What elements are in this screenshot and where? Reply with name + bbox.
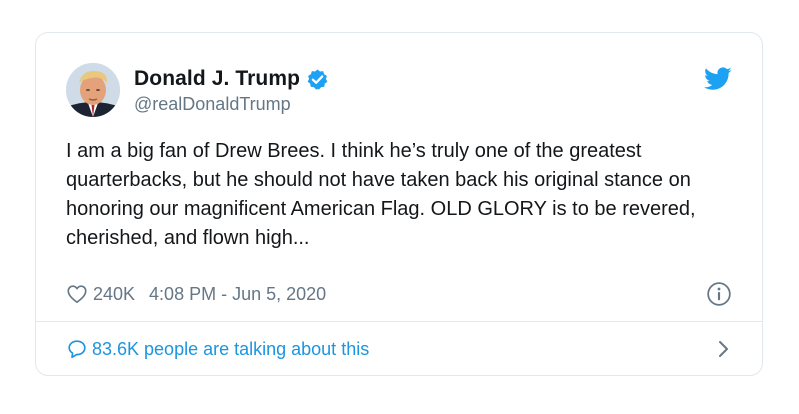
tweet-header: Donald J. Trump @realDonaldTrump	[66, 63, 732, 121]
tweet-meta: 240K 4:08 PM - Jun 5, 2020	[66, 281, 732, 307]
name-row: Donald J. Trump	[134, 65, 329, 93]
speech-bubble-icon	[66, 338, 88, 360]
author-handle[interactable]: @realDonaldTrump	[134, 94, 329, 115]
twitter-bird-icon[interactable]	[704, 67, 732, 91]
conversation-label[interactable]: 83.6K people are talking about this	[92, 339, 369, 360]
avatar-image	[66, 63, 120, 117]
heart-icon[interactable]	[66, 283, 88, 305]
author-identity[interactable]: Donald J. Trump @realDonaldTrump	[134, 65, 329, 115]
like-count[interactable]: 240K	[93, 284, 135, 305]
conversation-link[interactable]: 83.6K people are talking about this	[66, 333, 732, 365]
divider	[36, 321, 762, 322]
info-icon[interactable]	[706, 281, 732, 307]
display-name[interactable]: Donald J. Trump	[134, 67, 300, 91]
tweet-text: I am a big fan of Drew Brees. I think he…	[66, 140, 696, 249]
tweet-card[interactable]: Donald J. Trump @realDonaldTrump I am a …	[35, 32, 763, 376]
verified-badge-icon	[306, 68, 329, 91]
chevron-right-icon[interactable]	[714, 339, 732, 359]
tweet-timestamp[interactable]: 4:08 PM - Jun 5, 2020	[149, 284, 326, 305]
avatar[interactable]	[66, 63, 120, 117]
